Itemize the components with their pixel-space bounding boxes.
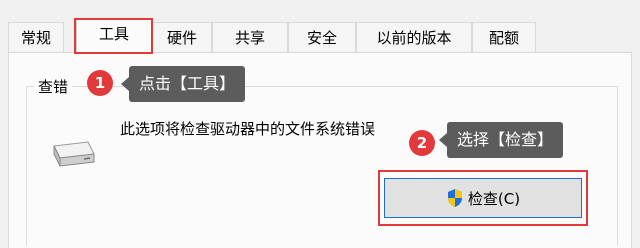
tab-label: 以前的版本 [376, 29, 452, 47]
check-button-label: 检查(C) [467, 189, 521, 208]
tab-quota[interactable]: 配额 [472, 22, 536, 52]
tab-hardware[interactable]: 硬件 [152, 22, 212, 52]
step-1-tooltip: 点击【工具】 [120, 66, 246, 102]
step-1-badge: 1 [87, 70, 113, 96]
tab-label: 共享 [234, 29, 265, 47]
step-2-badge: 2 [409, 130, 435, 156]
tab-general[interactable]: 常规 [8, 22, 64, 52]
tab-label: 常规 [20, 29, 51, 47]
check-button[interactable]: 检查(C) [384, 178, 582, 218]
tab-label: 安全 [306, 29, 337, 47]
tab-label: 配额 [488, 29, 519, 47]
group-title: 查错 [34, 76, 73, 98]
tab-label: 硬件 [166, 29, 197, 47]
drive-icon [53, 141, 95, 167]
tab-sharing[interactable]: 共享 [212, 22, 288, 52]
step-2-tooltip: 选择【检查】 [438, 122, 564, 158]
tools-tab-highlight [74, 18, 153, 54]
tab-previous-versions[interactable]: 以前的版本 [356, 22, 472, 52]
uac-shield-icon [447, 189, 462, 207]
tab-security[interactable]: 安全 [288, 22, 356, 52]
group-description: 此选项将检查驱动器中的文件系统错误 [120, 120, 376, 138]
